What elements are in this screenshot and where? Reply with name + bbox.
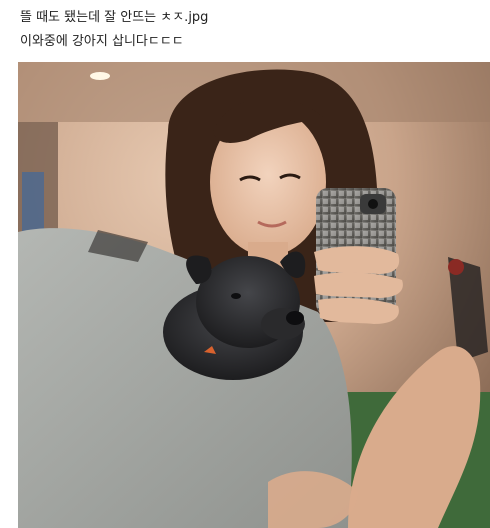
post: 뜰 때도 됐는데 잘 안뜨는 ㅊㅈ.jpg 이와중에 강아지 삽니다ㄷㄷㄷ [0,0,490,528]
post-line-title: 뜰 때도 됐는데 잘 안뜨는 ㅊㅈ.jpg [20,10,209,25]
puppy-nose [286,311,304,325]
ceiling-light-left [90,72,110,80]
post-text: 뜰 때도 됐는데 잘 안뜨는 ㅊㅈ.jpg 이와중에 강아지 삽니다ㄷㄷㄷ [20,6,480,54]
post-line-body: 이와중에 강아지 삽니다ㄷㄷㄷ [20,34,184,49]
post-photo [18,62,490,528]
